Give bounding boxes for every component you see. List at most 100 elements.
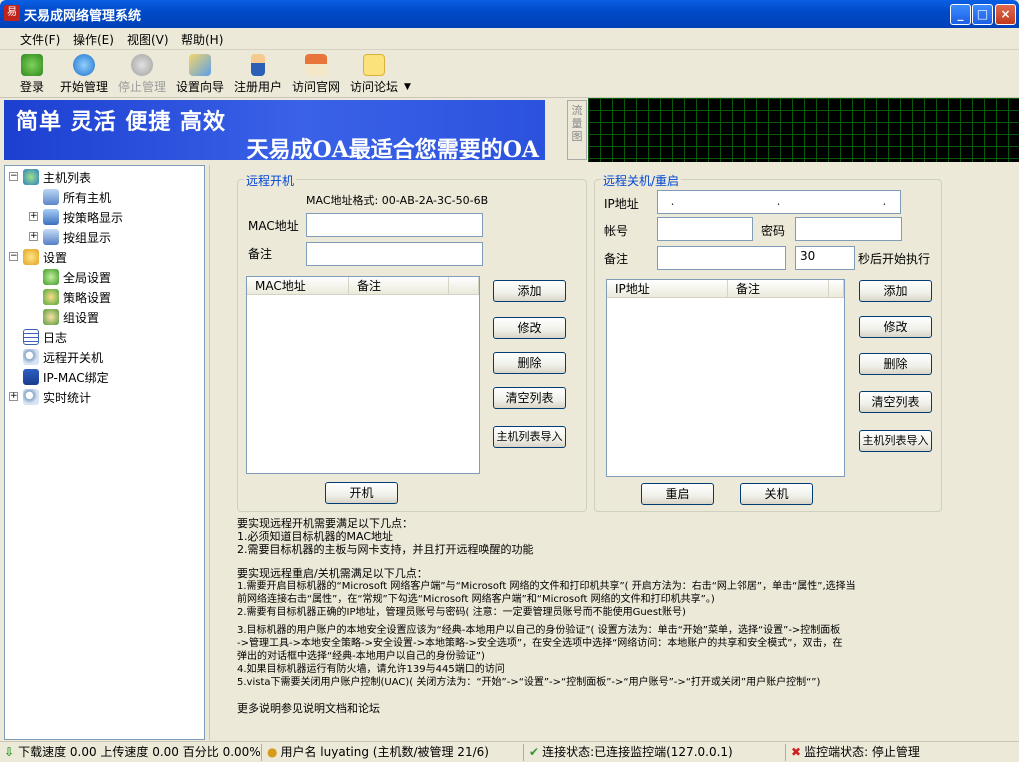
monitor-status: ✖ 监控端状态: 停止管理 [791, 745, 920, 759]
wake-add-button[interactable]: 添加 [493, 280, 566, 302]
tree-node-global-settings[interactable]: 全局设置 [5, 268, 200, 286]
restart-button[interactable]: 重启 [641, 483, 714, 505]
mac-address-input[interactable] [306, 213, 483, 237]
shutdown-delete-button[interactable]: 删除 [859, 353, 932, 375]
stop-icon [131, 54, 153, 76]
stats-icon [23, 389, 39, 405]
status-bar: ⇩ 下载速度 0.00 上传速度 0.00 百分比 0.00% ● 用户名 luya… [0, 741, 1019, 762]
note-column-header[interactable]: 备注 [728, 280, 829, 298]
info-line: 3.目标机器的用户账户的本地安全设置应该为“经典-本地用户以自己的身份验证”( … [237, 625, 841, 636]
policy-settings-icon [43, 289, 59, 305]
menu-help[interactable]: 帮助(H) [181, 31, 223, 48]
group-icon [43, 229, 59, 245]
tree-node-host-list[interactable]: − 主机列表 [5, 168, 200, 186]
setup-wizard-button[interactable]: 设置向导 [173, 50, 227, 96]
tree-node-log[interactable]: 日志 [5, 328, 200, 346]
banner-spacer [546, 100, 564, 160]
shutdown-clear-list-button[interactable]: 清空列表 [859, 391, 932, 413]
ip-column-header[interactable]: IP地址 [607, 280, 728, 298]
visit-forum-button[interactable]: 访问论坛 [346, 50, 402, 96]
wake-clear-list-button[interactable]: 清空列表 [493, 387, 566, 409]
magnifier-icon [23, 349, 39, 365]
expand-icon[interactable]: + [29, 232, 38, 241]
tree-node-by-group[interactable]: + 按组显示 [5, 228, 200, 246]
settings-icon [23, 249, 39, 265]
toolbar-more-icon[interactable]: ▼ [404, 82, 411, 92]
error-icon: ✖ [791, 745, 802, 759]
tree-node-realtime-stats[interactable]: + 实时统计 [5, 388, 200, 406]
tree-node-policy-settings[interactable]: 策略设置 [5, 288, 200, 306]
expand-icon[interactable]: + [9, 392, 18, 401]
menu-view[interactable]: 视图(V) [127, 31, 169, 48]
title-bar[interactable]: 易 天易成网络管理系统 _ □ × [0, 0, 1019, 28]
user-icon: ● [267, 745, 278, 759]
ip-mac-icon [23, 369, 39, 385]
computer-icon [43, 189, 59, 205]
banner-tagline: 天易成OA最适合您需要的OA [246, 137, 539, 160]
account-label: 帐号 [604, 224, 629, 238]
collapse-icon[interactable]: − [9, 172, 18, 181]
mac-list[interactable]: MAC地址 备注 [246, 276, 480, 474]
wake-edit-button[interactable]: 修改 [493, 317, 566, 339]
info-shutdown-heading: 要实现远程重启/关机需满足以下几点： [237, 567, 428, 580]
flow-graph-label: 流量图 [567, 100, 587, 160]
visit-website-button[interactable]: 访问官网 [288, 50, 344, 96]
tree-node-by-policy[interactable]: + 按策略显示 [5, 208, 200, 226]
account-input[interactable] [657, 217, 753, 241]
wizard-icon [189, 54, 211, 76]
banner-ad[interactable]: 简单 灵活 便捷 高效 天易成OA最适合您需要的OA [4, 100, 545, 160]
password-input[interactable] [795, 217, 902, 241]
tree-node-remote-power[interactable]: 远程开关机 [5, 348, 200, 366]
log-icon [23, 329, 39, 345]
shutdown-import-hosts-button[interactable]: 主机列表导入 [859, 430, 932, 452]
user-status: ● 用户名 luyating (主机数/被管理 21/6) [264, 744, 524, 761]
tree-node-all-hosts[interactable]: 所有主机 [5, 188, 200, 206]
power-on-button[interactable]: 开机 [325, 482, 398, 504]
login-button[interactable]: 登录 [6, 50, 58, 96]
check-icon: ✔ [529, 745, 540, 759]
info-line: 2.需要目标机器的主板与网卡支持，并且打开远程唤醒的功能 [237, 543, 534, 556]
note-column-header[interactable]: 备注 [349, 277, 449, 295]
mac-address-label: MAC地址 [248, 219, 299, 233]
menu-file[interactable]: 文件(F) [20, 31, 60, 48]
menu-operate[interactable]: 操作(E) [73, 31, 114, 48]
shutdown-note-label: 备注 [604, 252, 629, 266]
shutdown-button[interactable]: 关机 [740, 483, 813, 505]
shutdown-note-input[interactable] [657, 246, 786, 270]
stop-manage-button[interactable]: 停止管理 [114, 50, 170, 96]
traffic-graph [588, 98, 1019, 162]
info-line: ->管理工具->本地安全策略->安全设置->本地策略->安全选项”，在安全选项中… [237, 638, 843, 649]
shutdown-add-button[interactable]: 添加 [859, 280, 932, 302]
info-line: 前网络连接右击“属性”，在“常规”下勾选“Microsoft 网络客户端”和“M… [237, 594, 715, 605]
info-line: 1.必须知道目标机器的MAC地址 [237, 530, 393, 543]
banner-slogan: 简单 灵活 便捷 高效 [16, 109, 226, 135]
tree-node-ip-mac-binding[interactable]: IP-MAC绑定 [5, 368, 200, 386]
wake-note-label: 备注 [248, 247, 273, 261]
login-icon [21, 54, 43, 76]
close-button[interactable]: × [995, 4, 1016, 25]
wake-note-input[interactable] [306, 242, 483, 266]
host-list-icon [23, 169, 39, 185]
expand-icon[interactable]: + [29, 212, 38, 221]
minimize-button[interactable]: _ [950, 4, 971, 25]
app-icon: 易 [4, 5, 20, 21]
mac-column-header[interactable]: MAC地址 [247, 277, 349, 295]
tree-node-group-settings[interactable]: 组设置 [5, 308, 200, 326]
register-user-button[interactable]: 注册用户 [230, 50, 286, 96]
delay-seconds-input[interactable]: 30 [795, 246, 855, 270]
info-line: 弹出的对话框中选择“经典-本地用户以自己的身份验证”) [237, 651, 485, 662]
column-header-filler [829, 280, 844, 298]
wake-delete-button[interactable]: 删除 [493, 352, 566, 374]
wake-import-hosts-button[interactable]: 主机列表导入 [493, 426, 566, 448]
remote-shutdown-title: 远程关机/重启 [601, 172, 682, 189]
window-title: 天易成网络管理系统 [24, 9, 142, 24]
toolbar: 登录 开始管理 停止管理 设置向导 注册用户 访问官网 访问论坛 ▼ [0, 50, 1019, 98]
shutdown-edit-button[interactable]: 修改 [859, 316, 932, 338]
ip-address-input[interactable]: . . . [657, 190, 901, 214]
collapse-icon[interactable]: − [9, 252, 18, 261]
info-line: 4.如果目标机器运行有防火墙，请允许139与445端口的访问 [237, 664, 505, 675]
maximize-button[interactable]: □ [972, 4, 993, 25]
start-manage-button[interactable]: 开始管理 [56, 50, 112, 96]
tree-node-settings[interactable]: − 设置 [5, 248, 200, 266]
ip-list[interactable]: IP地址 备注 [606, 279, 845, 477]
